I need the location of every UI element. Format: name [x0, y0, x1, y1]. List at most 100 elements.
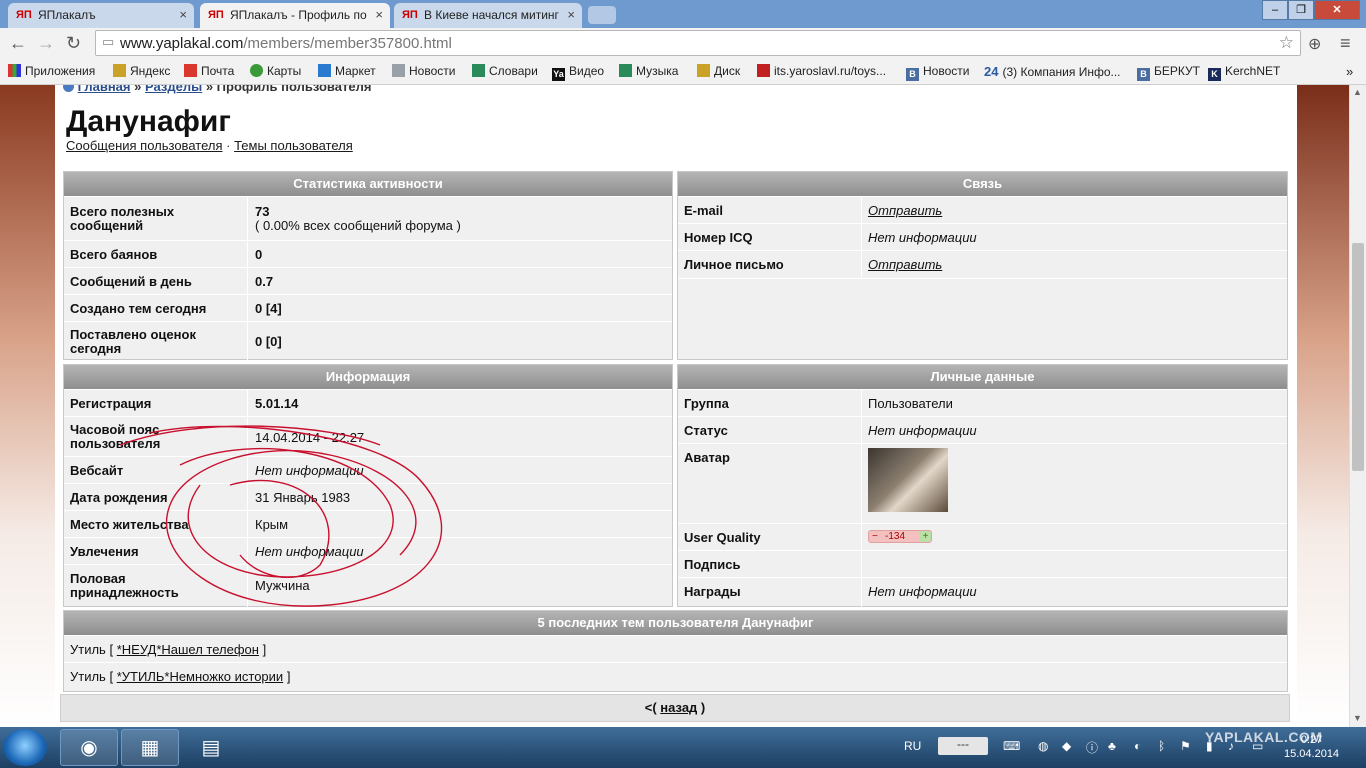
- contact-label: E-mail: [684, 203, 724, 218]
- plus-icon[interactable]: +: [920, 531, 931, 542]
- forward-arrow-icon[interactable]: →: [37, 33, 55, 54]
- personal-row: Группа Пользователи: [678, 389, 1287, 417]
- info-row: Место жительства Крым: [64, 510, 672, 538]
- avatar[interactable]: [868, 448, 948, 512]
- window-close-button[interactable]: ✕: [1314, 0, 1360, 20]
- stats-label: Сообщений в день: [70, 274, 192, 289]
- topic-link[interactable]: *НЕУД*Нашел телефон: [117, 642, 259, 657]
- close-icon[interactable]: ×: [179, 7, 187, 22]
- video-icon: Ya: [552, 68, 565, 81]
- close-icon[interactable]: ×: [567, 7, 575, 22]
- breadcrumb-home[interactable]: Главная: [78, 85, 131, 94]
- bluetooth-icon[interactable]: ᛒ: [1158, 739, 1165, 753]
- bookmark-maps[interactable]: Карты: [250, 64, 301, 78]
- bookmark-yandex[interactable]: Яндекс: [113, 64, 170, 78]
- bookmark-star-icon[interactable]: ☆: [1279, 33, 1294, 53]
- app-taskbar-button[interactable]: ▦: [121, 729, 179, 766]
- extension-icon[interactable]: ⊕: [1308, 34, 1321, 54]
- tab-profile[interactable]: ЯП ЯПлакалъ - Профиль по ×: [200, 3, 390, 28]
- topic-link[interactable]: *УТИЛЬ*Немножко истории: [117, 669, 283, 684]
- contact-row: E-mail Отправить: [678, 196, 1287, 224]
- tray-app-icon[interactable]: ◍: [1038, 739, 1048, 753]
- scroll-up-icon[interactable]: ▲: [1353, 87, 1362, 97]
- home-icon: [63, 85, 74, 92]
- nvidia-icon[interactable]: ◆: [1062, 739, 1071, 753]
- flag-icon[interactable]: ⚑: [1180, 739, 1191, 753]
- tab-kiev-news[interactable]: ЯП В Киеве начался митинг ×: [394, 3, 582, 28]
- bookmark-video[interactable]: Ya Видео: [552, 64, 604, 81]
- bookmark-its-yaroslavl[interactable]: its.yaroslavl.ru/toys...: [757, 64, 886, 78]
- bookmark-berkut[interactable]: В БЕРКУТ: [1137, 64, 1200, 81]
- bookmarks-overflow-icon[interactable]: »: [1346, 64, 1353, 79]
- stats-panel: Статистика активности Всего полезных соо…: [63, 171, 673, 360]
- last-topics-title: 5 последних тем пользователя Данунафиг: [64, 611, 1287, 635]
- info-value: Крым: [255, 517, 289, 532]
- maps-icon: [250, 64, 263, 77]
- personal-label: Статус: [684, 423, 728, 438]
- clover-icon[interactable]: ♣: [1108, 739, 1116, 753]
- chrome-icon: ◉: [80, 737, 98, 759]
- breadcrumb-current: Профиль пользователя: [216, 85, 372, 94]
- info-icon[interactable]: ⓘ: [1086, 739, 1098, 756]
- keyboard-icon[interactable]: ⌨: [1003, 739, 1020, 753]
- minimize-button[interactable]: –: [1262, 0, 1288, 20]
- bookmark-company[interactable]: 24 (3) Компания Инфо...: [984, 64, 1121, 79]
- info-label: Часовой пояс пользователя: [70, 422, 161, 451]
- address-bar[interactable]: ▭ www.yaplakal.com/members/member357800.…: [95, 30, 1301, 56]
- back-arrow-icon[interactable]: ←: [9, 33, 27, 54]
- language-indicator[interactable]: RU: [904, 739, 921, 753]
- start-button[interactable]: [3, 729, 47, 766]
- user-links: Сообщения пользователя · Темы пользовате…: [66, 138, 353, 153]
- user-quality-badge: − -134 +: [868, 530, 932, 543]
- bookmark-apps[interactable]: Приложения: [8, 64, 95, 78]
- url-host: www.yaplakal.com: [120, 35, 244, 52]
- bracket: ]: [286, 669, 291, 684]
- vertical-scrollbar[interactable]: ▲ ▼: [1349, 85, 1366, 727]
- info-panel-title: Информация: [64, 365, 672, 389]
- topic-line: Утиль [ *НЕУД*Нашел телефон ]: [70, 643, 266, 657]
- email-send-link[interactable]: Отправить: [868, 204, 942, 218]
- calculator-taskbar-button[interactable]: ▤: [182, 729, 240, 766]
- back-link[interactable]: назад: [660, 700, 697, 715]
- links-separator: ·: [226, 138, 231, 153]
- chrome-taskbar-button[interactable]: ◉: [60, 729, 118, 766]
- system-clock[interactable]: 0:27 15.04.2014: [1284, 733, 1339, 761]
- url-path: /members/member357800.html: [243, 35, 452, 52]
- bookmark-news[interactable]: Новости: [392, 64, 455, 78]
- contact-value: Нет информации: [868, 230, 977, 245]
- bookmark-music[interactable]: Музыка: [619, 64, 678, 78]
- breadcrumb-separator: »: [205, 85, 214, 94]
- bookmark-market[interactable]: Маркет: [318, 64, 376, 78]
- new-tab-button[interactable]: [588, 6, 616, 24]
- bookmark-dictionaries[interactable]: Словари: [472, 64, 538, 78]
- menu-icon[interactable]: ≡: [1340, 33, 1351, 54]
- bookmark-vk-news[interactable]: В Новости: [906, 64, 969, 81]
- security-icon[interactable]: ◐: [1134, 739, 1141, 753]
- close-icon[interactable]: ×: [375, 7, 383, 22]
- scroll-down-icon[interactable]: ▼: [1353, 713, 1362, 723]
- tab-yaplakal[interactable]: ЯП ЯПлакалъ ×: [8, 3, 194, 28]
- private-message-link[interactable]: Отправить: [868, 258, 942, 272]
- info-label: Увлечения: [70, 544, 139, 559]
- personal-label: Группа: [684, 396, 729, 411]
- reload-icon[interactable]: ↻: [66, 33, 81, 54]
- info-label: Регистрация: [70, 396, 152, 411]
- stats-subvalue: ( 0.00% всех сообщений форума ): [255, 218, 461, 233]
- tray-box[interactable]: ---: [938, 737, 988, 755]
- app-icon: ▦: [140, 737, 160, 759]
- info-row: Увлечения Нет информации: [64, 537, 672, 565]
- bookmark-kerchnet[interactable]: K KerchNET: [1208, 64, 1280, 81]
- bookmark-disk[interactable]: Диск: [697, 64, 740, 78]
- user-topics-link[interactable]: Темы пользователя: [234, 138, 353, 153]
- personal-row: Аватар: [678, 443, 1287, 524]
- bracket: ]: [262, 642, 267, 657]
- minus-icon[interactable]: −: [872, 531, 878, 542]
- breadcrumb-sections[interactable]: Разделы: [145, 85, 202, 94]
- personal-panel-title: Личные данные: [678, 365, 1287, 389]
- user-messages-link[interactable]: Сообщения пользователя: [66, 138, 223, 153]
- bookmark-mail[interactable]: Почта: [184, 64, 234, 78]
- stats-label: Создано тем сегодня: [70, 301, 207, 316]
- stats-value: 73: [255, 204, 270, 219]
- maximize-button[interactable]: ❐: [1288, 0, 1314, 20]
- scrollbar-thumb[interactable]: [1352, 243, 1364, 471]
